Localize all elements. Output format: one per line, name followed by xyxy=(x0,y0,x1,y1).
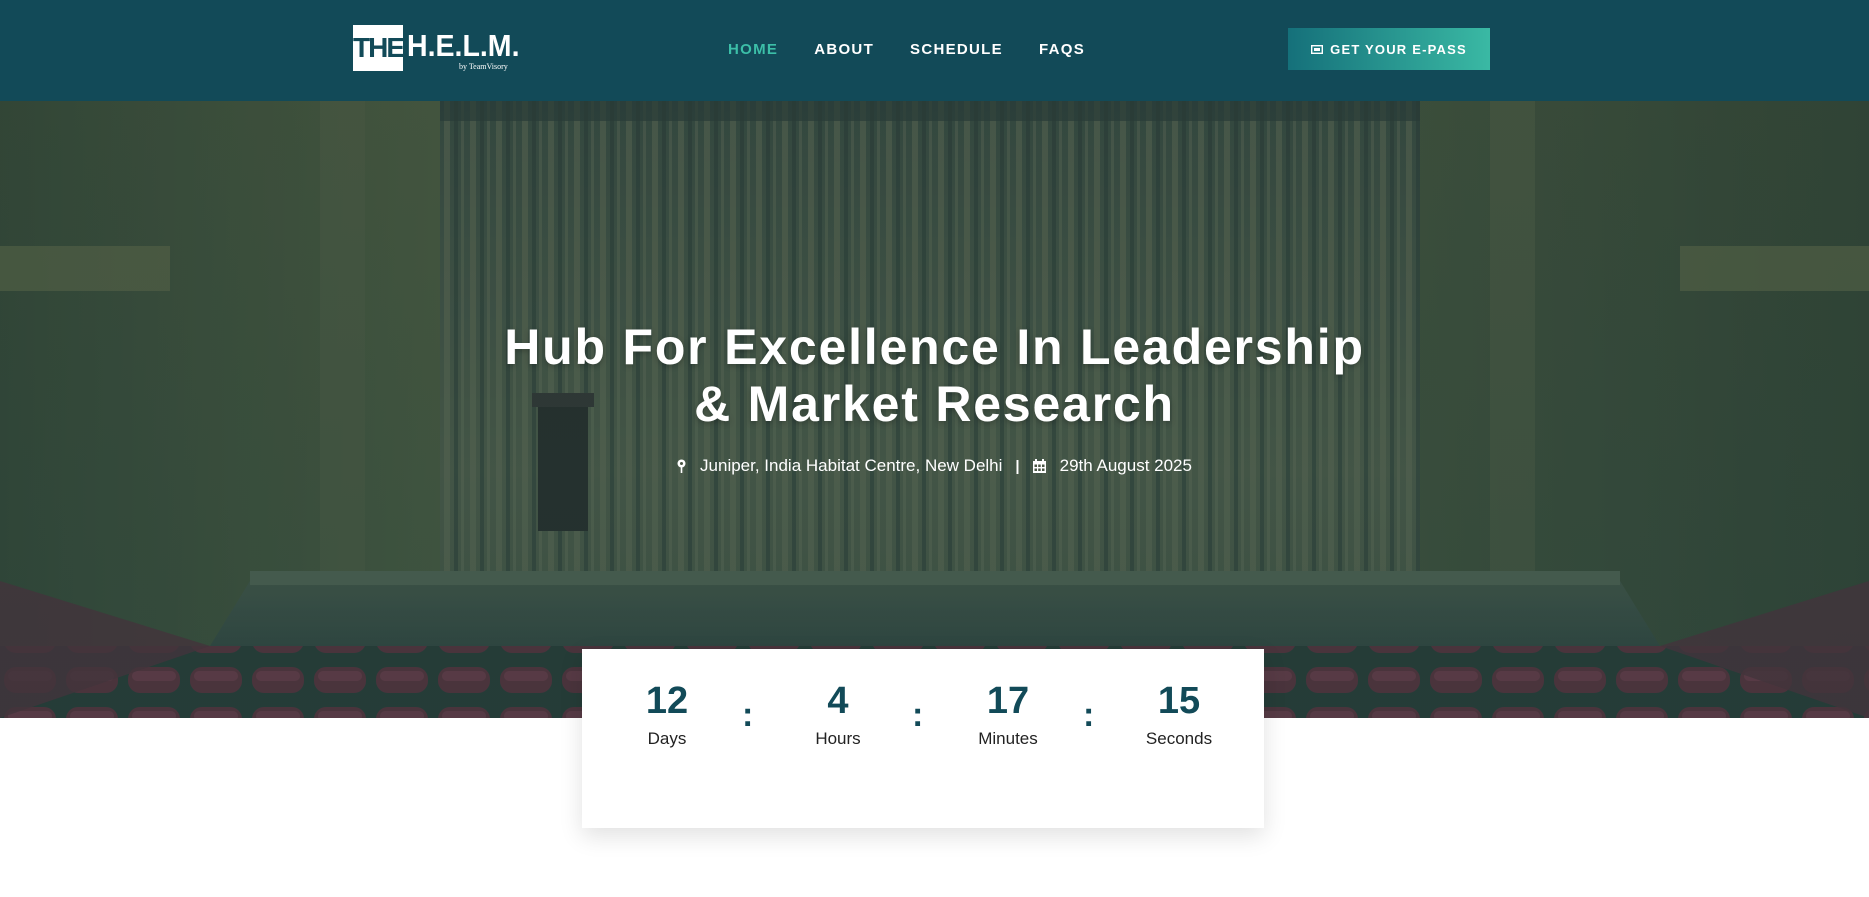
countdown-minutes-label: Minutes xyxy=(978,729,1038,748)
ticket-icon xyxy=(1311,44,1324,54)
hero-title-line-2: & Market Research xyxy=(694,376,1175,432)
countdown-minutes: 17 Minutes xyxy=(948,679,1068,749)
map-pin-icon xyxy=(677,459,686,473)
countdown-minutes-value: 17 xyxy=(986,680,1030,722)
countdown-hours-label: Hours xyxy=(815,729,861,748)
calendar-icon xyxy=(1032,459,1046,473)
countdown-days: 12 Days xyxy=(607,679,727,749)
event-date: 29th August 2025 xyxy=(1059,456,1192,475)
event-meta: Juniper, India Habitat Centre, New Delhi… xyxy=(0,456,1869,476)
nav-item-faqs[interactable]: FAQS xyxy=(1039,41,1085,58)
countdown-seconds-value: 15 xyxy=(1157,680,1201,722)
nav-item-about[interactable]: ABOUT xyxy=(814,41,874,58)
countdown-timer: 12 Days : 4 Hours : 17 Minutes : 15 Seco… xyxy=(582,649,1264,828)
nav-item-schedule[interactable]: SCHEDULE xyxy=(910,41,1003,58)
hero-title-line-1: Hub For Excellence In Leadership xyxy=(504,319,1365,375)
hero-section: Hub For Excellence In Leadership & Marke… xyxy=(0,101,1869,718)
countdown-separator: : xyxy=(742,696,754,734)
logo-main-text: H.E.L.M. xyxy=(407,28,520,63)
site-header: THE H.E.L.M. by TeamVisory HOME ABOUT SC… xyxy=(0,0,1869,101)
event-location: Juniper, India Habitat Centre, New Delhi xyxy=(700,456,1003,475)
countdown-days-label: Days xyxy=(647,729,687,748)
get-e-pass-button[interactable]: GET YOUR E-PASS xyxy=(1288,28,1490,70)
countdown-separator: : xyxy=(912,696,924,734)
countdown-separator: : xyxy=(1083,696,1095,734)
countdown-seconds-label: Seconds xyxy=(1145,729,1213,748)
meta-separator: | xyxy=(1015,457,1020,475)
countdown-seconds: 15 Seconds xyxy=(1119,679,1239,749)
main-nav: HOME ABOUT SCHEDULE FAQS xyxy=(728,0,1121,98)
countdown-hours: 4 Hours xyxy=(778,679,898,749)
site-logo[interactable]: THE H.E.L.M. by TeamVisory xyxy=(353,24,520,71)
get-e-pass-label: GET YOUR E-PASS xyxy=(1330,41,1467,57)
countdown-days-value: 12 xyxy=(645,680,689,722)
logo-box-text: THE xyxy=(353,24,405,71)
countdown-hours-value: 4 xyxy=(827,680,849,722)
logo-sub-text: by TeamVisory xyxy=(459,62,508,71)
nav-item-home[interactable]: HOME xyxy=(728,41,778,58)
hero-title: Hub For Excellence In Leadership & Marke… xyxy=(0,319,1869,433)
